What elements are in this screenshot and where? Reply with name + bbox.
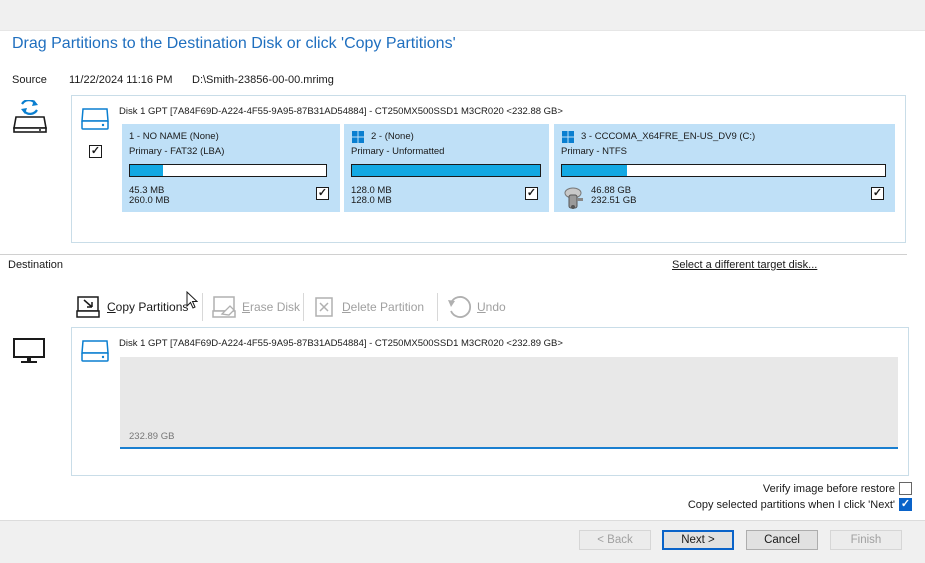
windows-icon <box>352 131 364 143</box>
partition-checkbox[interactable] <box>316 187 329 200</box>
windows-icon <box>562 131 574 143</box>
source-disk-header: Disk 1 GPT [7A84F69D-A224-4F55-9A95-87B3… <box>119 106 563 117</box>
copy-partitions-label: Copy Partitions <box>107 300 189 314</box>
unallocated-size: 232.89 GB <box>129 431 175 442</box>
partition-type: Primary - Unformatted <box>351 146 445 157</box>
source-label: Source <box>12 74 47 86</box>
source-partition-2[interactable]: 2 - (None) Primary - Unformatted 128.0 M… <box>344 124 549 212</box>
undo-button[interactable]: Undo <box>446 292 506 322</box>
monitor-icon <box>12 337 46 365</box>
cancel-button[interactable]: Cancel <box>746 530 818 550</box>
toolbar-separator <box>202 293 203 321</box>
mouse-cursor-icon <box>186 291 198 310</box>
partition-name: 2 - (None) <box>371 131 414 142</box>
image-restore-icon <box>12 100 48 134</box>
partition-usage-bar <box>129 164 327 177</box>
partition-checkbox[interactable] <box>525 187 538 200</box>
partition-checkbox[interactable] <box>871 187 884 200</box>
delete-partition-icon <box>314 296 334 318</box>
partition-name: 3 - CCCOMA_X64FRE_EN-US_DV9 (C:) <box>581 131 756 142</box>
erase-disk-button[interactable]: Erase Disk <box>212 292 300 322</box>
delete-partition-label: Delete Partition <box>342 300 425 314</box>
destination-label: Destination <box>8 259 64 271</box>
page-title: Drag Partitions to the Destination Disk … <box>12 35 456 52</box>
partition-usage-fill <box>352 165 540 176</box>
copy-selected-checkbox[interactable] <box>899 498 912 511</box>
disk-icon <box>80 339 110 363</box>
source-path: D:\Smith-23856-00-00.mrimg <box>192 74 334 86</box>
section-divider <box>0 254 907 255</box>
toolbar-separator <box>303 293 304 321</box>
next-button[interactable]: Next > <box>662 530 734 550</box>
copy-selected-option-label: Copy selected partitions when I click 'N… <box>687 499 895 511</box>
source-disk-panel: Disk 1 GPT [7A84F69D-A224-4F55-9A95-87B3… <box>71 95 906 243</box>
title-bar <box>0 0 925 31</box>
verify-option-label: Verify image before restore <box>762 483 895 495</box>
partition-total: 128.0 MB <box>351 195 392 206</box>
partition-usage-bar <box>561 164 886 177</box>
copy-partitions-button[interactable]: Copy Partitions <box>76 292 188 322</box>
partition-type: Primary - FAT32 (LBA) <box>129 146 225 157</box>
partition-total: 260.0 MB <box>129 195 170 206</box>
verify-checkbox[interactable] <box>899 482 912 495</box>
partition-type: Primary - NTFS <box>561 146 627 157</box>
source-partition-3[interactable]: 3 - CCCOMA_X64FRE_EN-US_DV9 (C:) Primary… <box>554 124 895 212</box>
back-button[interactable]: < Back <box>579 530 651 550</box>
boot-disk-icon <box>563 185 585 211</box>
disk-icon <box>80 107 110 131</box>
source-partition-1[interactable]: 1 - NO NAME (None) Primary - FAT32 (LBA)… <box>122 124 340 212</box>
erase-disk-icon <box>212 295 238 319</box>
undo-icon <box>446 294 472 320</box>
source-date: 11/22/2024 11:16 PM <box>69 74 173 86</box>
source-disk-checkbox[interactable] <box>89 145 102 158</box>
partition-usage-fill <box>562 165 627 176</box>
unallocated-space[interactable] <box>120 357 898 449</box>
undo-label: Undo <box>477 300 506 314</box>
toolbar-separator <box>437 293 438 321</box>
partition-name: 1 - NO NAME (None) <box>129 131 219 142</box>
delete-partition-button[interactable]: Delete Partition <box>314 292 424 322</box>
select-target-disk-link[interactable]: Select a different target disk... <box>672 259 817 271</box>
finish-button[interactable]: Finish <box>830 530 902 550</box>
erase-disk-label: Erase Disk <box>242 300 301 314</box>
destination-disk-header: Disk 1 GPT [7A84F69D-A224-4F55-9A95-87B3… <box>119 338 563 349</box>
partition-usage-bar <box>351 164 541 177</box>
copy-partitions-icon <box>76 295 102 319</box>
partition-total: 232.51 GB <box>591 195 637 206</box>
partition-usage-fill <box>130 165 164 176</box>
destination-disk-panel: Disk 1 GPT [7A84F69D-A224-4F55-9A95-87B3… <box>71 327 909 476</box>
unallocated-underline <box>120 447 898 449</box>
